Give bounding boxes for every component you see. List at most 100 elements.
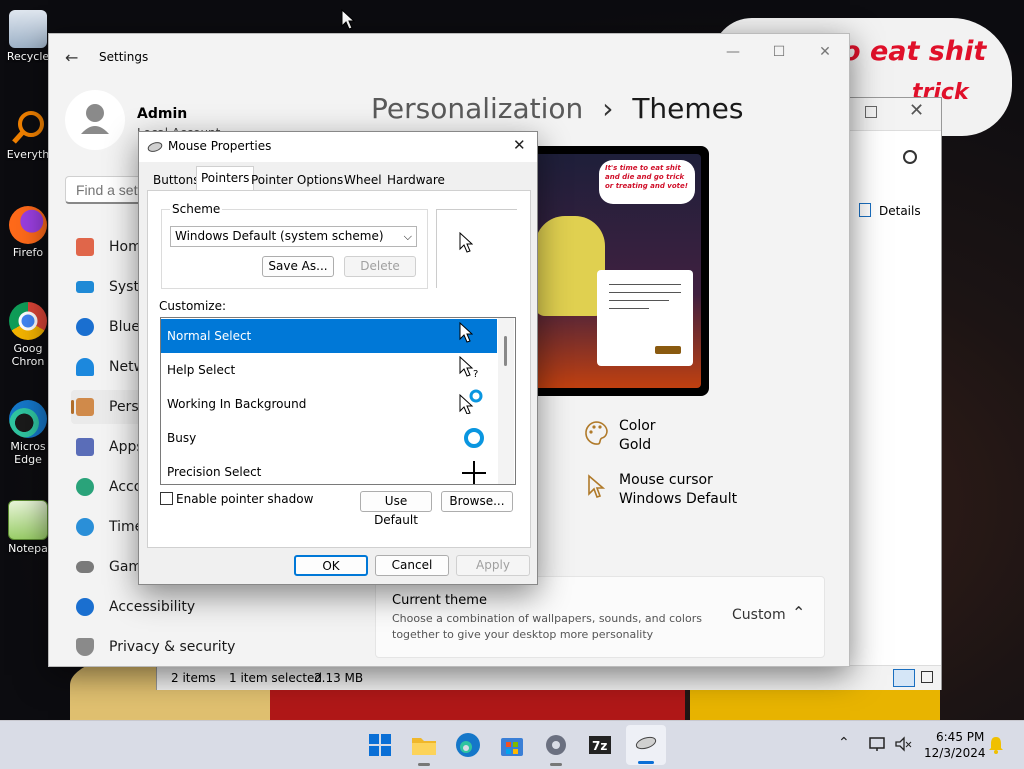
color-value: Gold bbox=[619, 437, 652, 453]
start-button[interactable] bbox=[366, 731, 394, 759]
tab-pointers[interactable]: Pointers bbox=[196, 166, 255, 192]
volume-muted-icon[interactable] bbox=[894, 735, 912, 753]
list-item[interactable]: Working In Background bbox=[161, 387, 497, 421]
window-title: Settings bbox=[99, 50, 149, 64]
details-button[interactable]: Details bbox=[859, 202, 921, 220]
maximize-button[interactable]: ☐ bbox=[763, 42, 795, 62]
pointer-name: Busy bbox=[167, 431, 197, 445]
list-item[interactable]: Precision Select bbox=[161, 455, 497, 484]
settings-taskbar-button[interactable] bbox=[542, 731, 570, 766]
scheme-group: Scheme Windows Default (system scheme) ⌵… bbox=[161, 202, 428, 289]
gaming-icon bbox=[76, 561, 94, 573]
mouse-cursor-title: Mouse cursor bbox=[619, 472, 713, 488]
sidebar-item-label: Privacy & security bbox=[109, 639, 236, 655]
ok-button[interactable]: OK bbox=[294, 555, 368, 576]
cancel-button[interactable]: Cancel bbox=[375, 555, 449, 576]
busy-cursor-icon bbox=[464, 428, 484, 448]
close-button[interactable]: ✕ bbox=[809, 42, 841, 62]
edge-icon bbox=[9, 400, 47, 438]
taskbar: 7z ⌃ 6:45 PM 12/3/2024 bbox=[0, 720, 1024, 769]
clock-date[interactable]: 12/3/2024 bbox=[924, 746, 986, 760]
list-item[interactable]: Busy bbox=[161, 421, 497, 455]
scheme-select[interactable]: Windows Default (system scheme) ⌵ bbox=[170, 226, 417, 247]
chevron-up-icon[interactable]: ⌃ bbox=[792, 603, 805, 622]
breadcrumb-separator: › bbox=[602, 92, 614, 125]
store-taskbar-button[interactable] bbox=[498, 731, 526, 759]
chevron-up-icon[interactable]: ⌃ bbox=[838, 735, 850, 751]
maximize-icon[interactable] bbox=[865, 106, 877, 118]
mouse-cursor-setting[interactable]: Mouse cursor Windows Default bbox=[581, 470, 771, 510]
explorer-search-icon[interactable] bbox=[903, 150, 917, 164]
customize-label: Customize: bbox=[159, 299, 227, 313]
tab-buttons[interactable]: Buttons bbox=[151, 169, 201, 191]
preview-window bbox=[597, 270, 693, 366]
checkbox-box bbox=[160, 492, 173, 505]
cursor-icon bbox=[588, 474, 606, 499]
details-view-icon[interactable] bbox=[893, 669, 915, 687]
notepad-icon bbox=[8, 500, 48, 540]
time-icon bbox=[76, 518, 94, 536]
current-theme-value: Custom bbox=[732, 607, 786, 623]
pointer-name: Working In Background bbox=[167, 397, 307, 411]
edge-taskbar-button[interactable] bbox=[454, 731, 482, 759]
back-button[interactable]: ← bbox=[65, 48, 78, 67]
mouse-properties-taskbar-button[interactable] bbox=[626, 725, 666, 765]
preview-line bbox=[609, 284, 681, 285]
preview-character bbox=[535, 216, 605, 316]
pointer-preview-box bbox=[436, 209, 517, 288]
mouse-properties-dialog: Mouse Properties ✕ Buttons Pointers Poin… bbox=[138, 131, 538, 585]
tab-pointer-options[interactable]: Pointer Options bbox=[249, 169, 345, 191]
running-indicator bbox=[550, 763, 562, 766]
color-setting[interactable]: Color Gold bbox=[581, 416, 731, 456]
minimize-button[interactable]: — bbox=[717, 42, 749, 62]
avatar[interactable] bbox=[65, 90, 125, 150]
preview-speech-text: It's time to eat shit and die and go tri… bbox=[605, 164, 688, 190]
network-icon[interactable] bbox=[868, 735, 886, 753]
list-item[interactable]: Help Select ? bbox=[161, 353, 497, 387]
file-explorer-taskbar-button[interactable] bbox=[410, 731, 438, 766]
pointer-name: Normal Select bbox=[167, 329, 252, 343]
accounts-icon bbox=[76, 478, 94, 496]
scheme-label: Scheme bbox=[170, 202, 223, 216]
tab-hardware[interactable]: Hardware bbox=[385, 169, 447, 191]
tab-wheel[interactable]: Wheel bbox=[342, 169, 384, 191]
sidebar-item-privacy[interactable]: Privacy & security bbox=[71, 630, 311, 664]
delete-button[interactable]: Delete bbox=[344, 256, 416, 277]
network-icon bbox=[76, 358, 94, 376]
tiles-view-icon[interactable] bbox=[921, 671, 933, 683]
svg-text:?: ? bbox=[473, 369, 478, 380]
close-icon[interactable]: ✕ bbox=[909, 100, 924, 121]
bluetooth-icon bbox=[76, 318, 94, 336]
7zip-taskbar-button[interactable]: 7z bbox=[586, 731, 614, 759]
dialog-close-button[interactable]: ✕ bbox=[513, 136, 526, 154]
user-icon bbox=[81, 104, 109, 134]
running-indicator bbox=[418, 763, 430, 766]
scrollbar[interactable] bbox=[498, 318, 514, 484]
sidebar-item-accessibility[interactable]: Accessibility bbox=[71, 590, 311, 624]
recycle-bin-icon bbox=[9, 10, 47, 48]
explorer-statusbar: 2 items 1 item selected 2.13 MB bbox=[157, 665, 941, 690]
pointer-shadow-checkbox[interactable]: Enable pointer shadow bbox=[160, 491, 313, 507]
browse-button[interactable]: Browse... bbox=[441, 491, 513, 512]
gear-icon bbox=[546, 735, 566, 755]
preview-speech-bubble: It's time to eat shit and die and go tri… bbox=[599, 160, 695, 204]
notification-bell-icon[interactable] bbox=[988, 736, 1004, 754]
save-as-button[interactable]: Save As... bbox=[262, 256, 334, 277]
list-item-selected[interactable]: Normal Select bbox=[161, 319, 497, 353]
theme-preview: It's time to eat shit and die and go tri… bbox=[521, 146, 709, 396]
use-default-button[interactable]: Use Default bbox=[360, 491, 432, 527]
scrollbar-thumb[interactable] bbox=[504, 336, 507, 366]
pointer-list[interactable]: Normal Select Help Select ? Working In B… bbox=[160, 317, 516, 485]
apply-button[interactable]: Apply bbox=[456, 555, 530, 576]
help-cursor-icon: ? bbox=[459, 356, 478, 380]
details-icon bbox=[859, 203, 871, 217]
clock-time[interactable]: 6:45 PM bbox=[936, 730, 984, 744]
arrow-cursor-icon bbox=[459, 232, 473, 253]
breadcrumb-parent[interactable]: Personalization bbox=[371, 92, 583, 125]
preview-line bbox=[609, 308, 649, 309]
mouse-icon bbox=[147, 142, 163, 152]
arrow-cursor-icon bbox=[459, 322, 473, 343]
personalization-icon bbox=[76, 398, 94, 416]
status-items: 2 items bbox=[171, 671, 216, 685]
current-theme-card[interactable]: Current theme Choose a combination of wa… bbox=[375, 576, 825, 658]
